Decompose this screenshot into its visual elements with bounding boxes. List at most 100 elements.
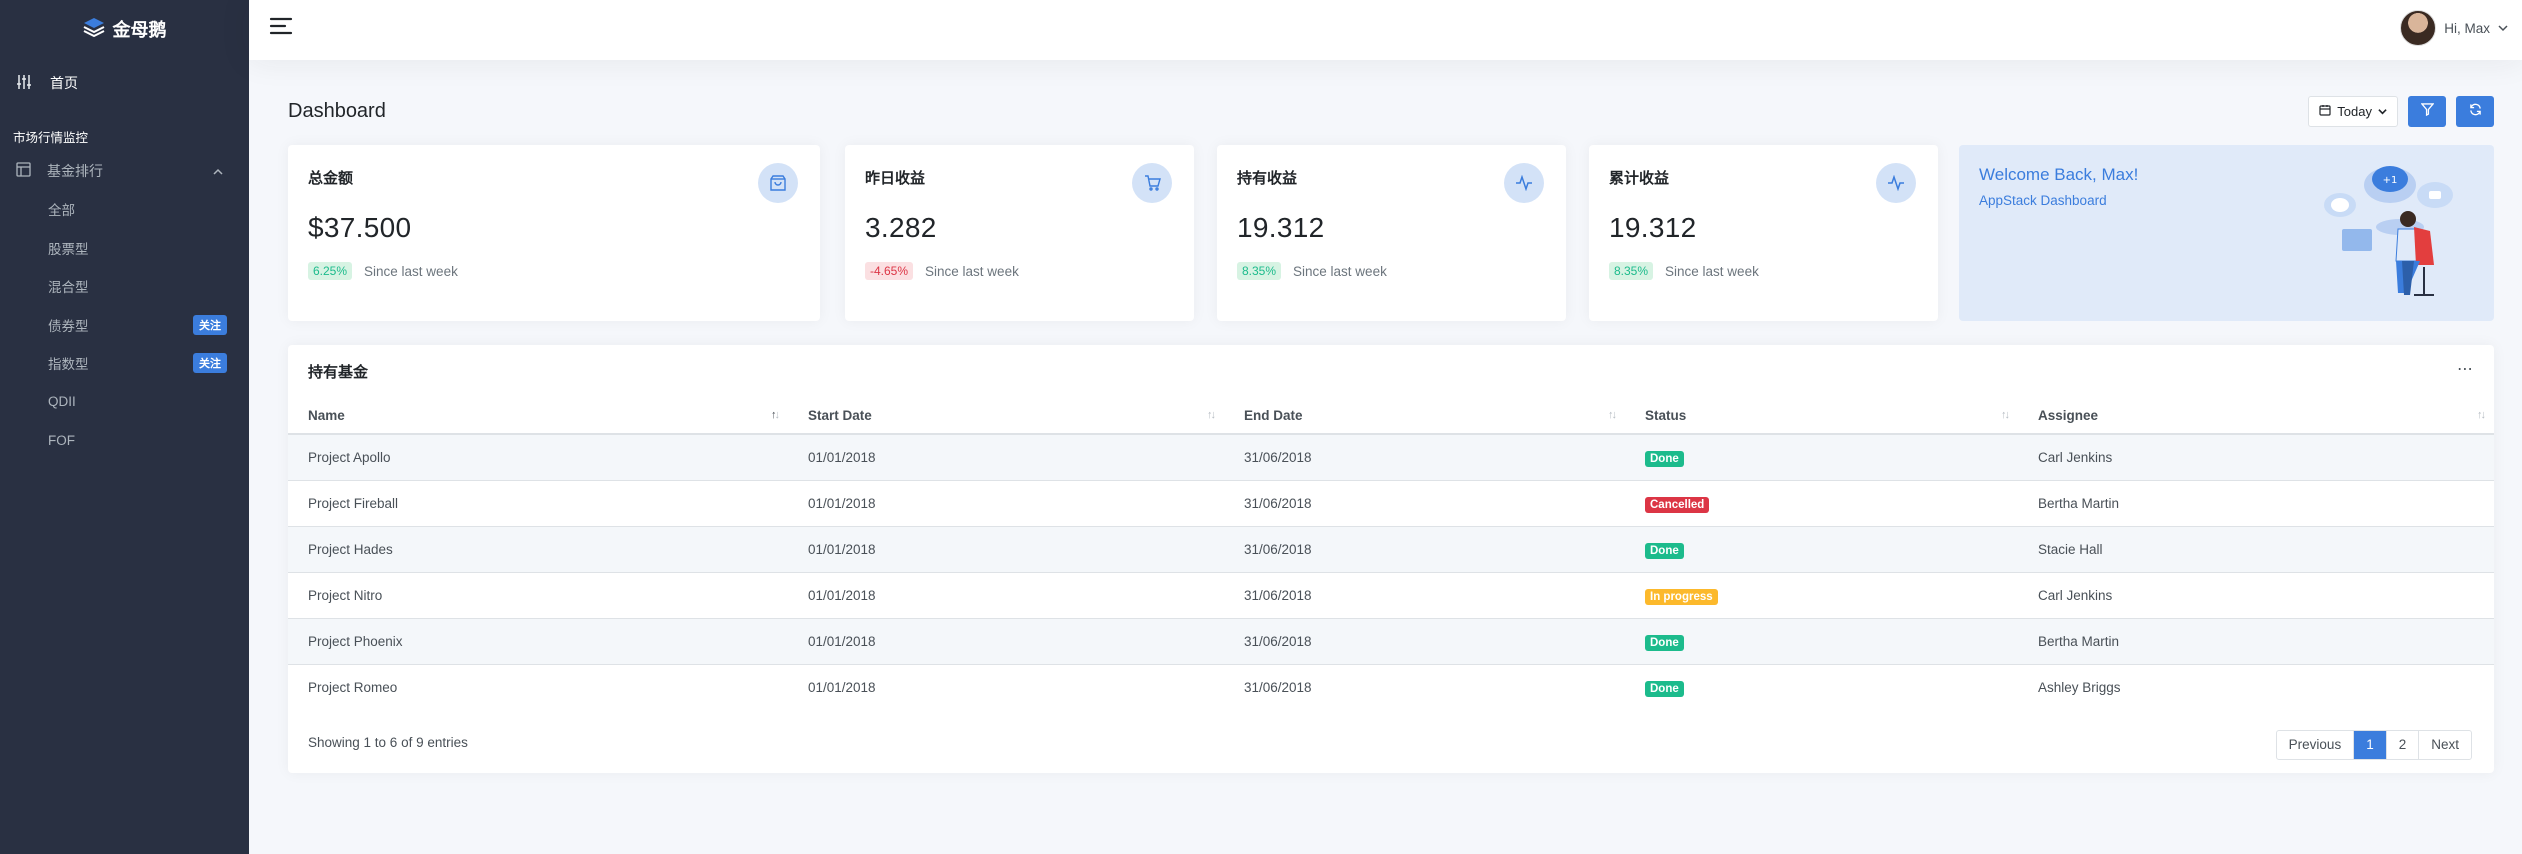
column-header-name[interactable]: Name ↑↓ — [288, 397, 788, 435]
cell-name: Project Phoenix — [288, 617, 788, 664]
refresh-button[interactable] — [2456, 96, 2494, 127]
cell-start-date: 01/01/2018 — [788, 617, 1224, 664]
brand[interactable]: 金母鹅 — [0, 0, 249, 58]
user-menu[interactable]: Hi, Max — [2400, 10, 2508, 46]
table-row[interactable]: Project Hades 01/01/2018 31/06/2018 Done… — [288, 525, 2494, 572]
stat-value: 19.312 — [1609, 212, 1697, 243]
holdings-table-card: 持有基金 ⋯ Name ↑↓ Start Date ↑↓ End Date ↑↓ St… — [288, 345, 2494, 773]
stat-value: 19.312 — [1237, 212, 1325, 243]
stat-value: $37.500 — [308, 212, 412, 243]
stat-caption: Since last week — [1665, 263, 1759, 279]
cell-assignee: Carl Jenkins — [2018, 433, 2494, 480]
sidebar-item-home[interactable]: 首页 — [0, 58, 249, 108]
cell-assignee: Bertha Martin — [2018, 479, 2494, 526]
column-header-status[interactable]: Status ↑↓ — [1625, 397, 2018, 435]
stat-change: -4.65% — [865, 262, 914, 280]
column-header-label: Name — [308, 407, 345, 423]
stat-card-yesterday: 昨日收益 3.282 -4.65% Since last week — [845, 145, 1194, 321]
sidebar-item-hybrid[interactable]: 混合型 — [0, 267, 249, 306]
cell-end-date: 31/06/2018 — [1224, 663, 1625, 710]
shopping-cart-icon — [1132, 163, 1172, 203]
header-actions: Today — [2308, 96, 2494, 127]
stat-caption: Since last week — [925, 263, 1019, 279]
table-row[interactable]: Project Apollo 01/01/2018 31/06/2018 Don… — [288, 433, 2494, 480]
cell-start-date: 01/01/2018 — [788, 433, 1224, 480]
cell-name: Project Apollo — [288, 433, 788, 480]
status-badge: Done — [1645, 634, 1684, 651]
cell-end-date: 31/06/2018 — [1224, 571, 1625, 618]
sidebar-item-label: QDII — [48, 394, 76, 410]
sidebar-item-all[interactable]: 全部 — [0, 190, 249, 229]
column-header-end-date[interactable]: End Date ↑↓ — [1224, 397, 1625, 435]
table-header-row: Name ↑↓ Start Date ↑↓ End Date ↑↓ Status ↑↓ … — [288, 397, 2494, 435]
sidebar-group-label: 基金排行 — [47, 163, 103, 179]
cell-status: Cancelled — [1625, 479, 2018, 526]
column-header-label: Assignee — [2038, 407, 2099, 423]
pagination-page-1[interactable]: 1 — [2353, 731, 2386, 759]
filter-icon — [2420, 102, 2434, 121]
table-entries-info: Showing 1 to 6 of 9 entries — [308, 735, 468, 750]
activity-icon — [1504, 163, 1544, 203]
cell-assignee: Stacie Hall — [2018, 525, 2494, 572]
stat-change: 8.35% — [1609, 262, 1654, 280]
table-row[interactable]: Project Fireball 01/01/2018 31/06/2018 C… — [288, 479, 2494, 526]
cell-status: Done — [1625, 525, 2018, 572]
column-header-assignee[interactable]: Assignee ↑↓ — [2018, 397, 2494, 435]
avatar — [2400, 10, 2437, 46]
sidebar-item-stock[interactable]: 股票型 — [0, 229, 249, 268]
column-header-label: Start Date — [808, 407, 872, 423]
sidebar-item-label: 指数型 — [48, 357, 89, 373]
column-header-start-date[interactable]: Start Date ↑↓ — [788, 397, 1224, 435]
date-range-dropdown[interactable]: Today — [2308, 96, 2398, 127]
sidebar-item-label: 混合型 — [48, 280, 89, 296]
status-badge: Done — [1645, 680, 1684, 697]
follow-badge: 关注 — [193, 314, 227, 335]
date-range-label: Today — [2337, 104, 2372, 119]
cell-assignee: Ashley Briggs — [2018, 663, 2494, 710]
hamburger-menu-icon[interactable] — [269, 16, 293, 41]
refresh-icon — [2469, 103, 2482, 121]
more-options-icon[interactable]: ⋯ — [2457, 359, 2474, 379]
sidebar-item-label: 债券型 — [48, 318, 89, 334]
sidebar-item-index[interactable]: 指数型 关注 — [0, 344, 249, 383]
cell-start-date: 01/01/2018 — [788, 479, 1224, 526]
filter-button[interactable] — [2408, 96, 2446, 127]
user-greeting: Hi, Max — [2444, 20, 2490, 36]
sidebar-item-qdii[interactable]: QDII — [0, 383, 249, 422]
cell-name: Project Fireball — [288, 479, 788, 526]
stat-card-total: 总金额 $37.500 6.25% Since last week — [288, 145, 820, 321]
chevron-down-icon — [2378, 104, 2387, 119]
sort-icon: ↑↓ — [2001, 409, 2010, 421]
sidebar-section-header: 市场行情监控 — [13, 131, 89, 145]
cell-name: Project Hades — [288, 525, 788, 572]
calendar-icon — [2319, 104, 2331, 119]
sliders-icon — [16, 74, 32, 93]
sidebar-item-label: 股票型 — [48, 241, 89, 257]
pagination-next[interactable]: Next — [2418, 731, 2471, 759]
chevron-down-icon — [2498, 21, 2508, 36]
table-row[interactable]: Project Nitro 01/01/2018 31/06/2018 In p… — [288, 571, 2494, 618]
pagination-previous[interactable]: Previous — [2277, 731, 2354, 759]
sidebar-item-fof[interactable]: FOF — [0, 421, 249, 460]
card-title: 持有基金 — [308, 364, 369, 381]
sidebar-group-fund-ranking[interactable]: 基金排行 — [0, 152, 249, 190]
activity-icon — [1876, 163, 1916, 203]
cell-assignee: Bertha Martin — [2018, 617, 2494, 664]
stat-title: 持有收益 — [1237, 170, 1298, 187]
cell-name: Project Nitro — [288, 571, 788, 618]
svg-text:+1: +1 — [2383, 175, 2398, 186]
sidebar: 金母鹅 首页 市场行情监控 基金排行 全部 股票型 混合型 债券型 关注 指数型关… — [0, 0, 249, 854]
cell-status: In progress — [1625, 571, 2018, 618]
topbar: Hi, Max — [249, 0, 2522, 60]
table-row[interactable]: Project Romeo 01/01/2018 31/06/2018 Done… — [288, 663, 2494, 710]
cell-start-date: 01/01/2018 — [788, 663, 1224, 710]
pagination-page-2[interactable]: 2 — [2385, 731, 2419, 759]
stat-change: 8.35% — [1237, 262, 1282, 280]
cell-status: Done — [1625, 617, 2018, 664]
cell-name: Project Romeo — [288, 663, 788, 710]
sort-asc-icon: ↑↓ — [771, 409, 780, 421]
sidebar-item-bond[interactable]: 债券型 关注 — [0, 306, 249, 345]
stat-value: 3.282 — [865, 212, 937, 243]
table-row[interactable]: Project Phoenix 01/01/2018 31/06/2018 Do… — [288, 617, 2494, 664]
illustration-icon: +1 — [2310, 157, 2480, 312]
